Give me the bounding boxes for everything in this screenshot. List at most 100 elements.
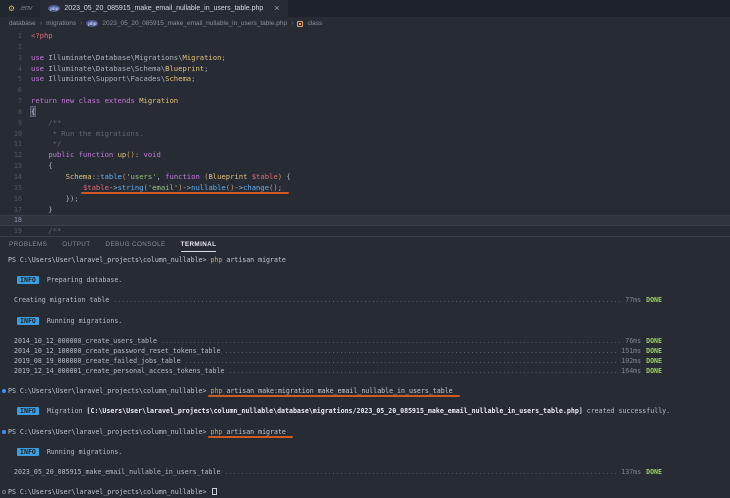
terminal-content[interactable]: PS C:\Users\User\laravel_projects\column… (0, 252, 730, 497)
command-decoration-icon[interactable] (2, 389, 6, 394)
line-number: 13 (13, 162, 22, 171)
close-icon[interactable]: × (274, 4, 279, 13)
code-text: use Illuminate\Database\Migrations\Migra… (31, 52, 226, 62)
done-status: DONE (646, 367, 662, 376)
code-line[interactable]: 6 (0, 85, 730, 96)
code-line[interactable]: 7 return new class extends Migration (0, 96, 730, 107)
terminal-line: Creating migration table................… (14, 296, 662, 305)
info-badge: INFO (17, 316, 39, 325)
terminal-line: PS C:\Users\User\laravel_projects\column… (0, 487, 730, 497)
code-line[interactable]: 16 }); (0, 194, 730, 205)
tab-migration-file[interactable]: php 2023_05_20_085915_make_email_nullabl… (40, 0, 288, 17)
tab-migration-label: 2023_05_20_085915_make_email_nullable_in… (64, 5, 264, 12)
done-status: DONE (646, 467, 662, 476)
code-line[interactable]: 17 } (0, 205, 730, 216)
terminal-line: INFO Running migrations. (0, 447, 730, 457)
code-text: public function up(): void (48, 150, 161, 160)
terminal-line: 2019_08_19_000000_create_failed_jobs_tab… (14, 356, 662, 365)
command-decoration-icon[interactable] (2, 429, 6, 434)
code-line[interactable]: 11 */ (0, 139, 730, 150)
line-number: 18 (13, 216, 22, 225)
code-line[interactable]: 1 <?php (0, 31, 730, 42)
line-number: 17 (13, 205, 22, 214)
code-line[interactable]: 9 /** (0, 118, 730, 129)
editor[interactable]: 1 <?php 2 3 use Illuminate\Database\Migratio… (0, 30, 730, 236)
code-text: */ (31, 139, 62, 149)
terminal-prompt: PS C:\Users\User\laravel_projects\column… (8, 387, 211, 396)
terminal-line: 2019_12_14_000001_create_personal_access… (14, 367, 662, 376)
terminal-line: 2014_10_12_000000_create_users_table....… (14, 336, 662, 345)
code-line[interactable]: 14 Schema::table('users', function (Blue… (0, 172, 730, 183)
line-number: 7 (17, 97, 22, 106)
done-status: DONE (646, 296, 662, 305)
code-text: }); (31, 193, 79, 203)
code-text: /** (31, 117, 62, 127)
panel-tab-problems[interactable]: PROBLEMS (9, 241, 47, 252)
code-text: return new class extends Migration (31, 96, 179, 106)
breadcrumb-item-database[interactable]: database (9, 20, 36, 27)
code-line[interactable]: 13 { (0, 161, 730, 172)
terminal-line: INFO Preparing database. (0, 275, 730, 285)
breadcrumb-item-class[interactable]: class (307, 20, 322, 27)
code-line[interactable]: 12 public function up(): void (0, 150, 730, 161)
line-number: 16 (13, 194, 22, 203)
line-number: 6 (17, 86, 22, 95)
code-line[interactable]: 15 $table->string('email')->nullable()->… (0, 183, 730, 194)
code-text: $table->string('email')->nullable()->cha… (22, 183, 282, 194)
code-line[interactable]: 10 * Run the migrations. (0, 129, 730, 140)
chevron-right-icon: › (39, 20, 43, 27)
code-line[interactable]: 5 use Illuminate\Support\Facades\Schema; (0, 74, 730, 85)
panel-tab-output[interactable]: OUTPUT (62, 241, 90, 252)
line-number: 2 (17, 42, 22, 51)
code-text: use Illuminate\Support\Facades\Schema; (31, 74, 196, 84)
terminal-line: PS C:\Users\User\laravel_projects\column… (0, 427, 730, 437)
terminal-cursor (212, 487, 217, 496)
line-number: 14 (13, 172, 22, 181)
chevron-right-icon: › (291, 20, 294, 27)
breadcrumb-item-migrations[interactable]: migrations (46, 20, 76, 27)
class-symbol-icon (297, 20, 304, 27)
code-line[interactable]: 19 /** (0, 226, 730, 236)
breadcrumb: database › migrations › php 2023_05_20_0… (0, 17, 730, 30)
panel-tab-debug-console[interactable]: DEBUG CONSOLE (106, 241, 166, 252)
terminal-prompt: PS C:\Users\User\laravel_projects\column… (8, 488, 211, 497)
panel-tab-bar: PROBLEMS OUTPUT DEBUG CONSOLE TERMINAL (0, 236, 730, 252)
info-badge: INFO (17, 407, 39, 416)
terminal-line: 2014_10_12_100000_create_password_reset_… (14, 346, 662, 355)
terminal-line: INFO Migration [C:\Users\User\laravel_pr… (0, 406, 730, 416)
code-line[interactable]: 2 (0, 42, 730, 53)
vscode-window: ⚙ .env php 2023_05_20_085915_make_email_… (0, 0, 730, 497)
line-number: 9 (17, 118, 22, 127)
code-line[interactable]: 3 use Illuminate\Database\Migrations\Migr… (0, 53, 730, 64)
terminal-line: 2023_05_20_085915_make_email_nullable_in… (14, 467, 662, 476)
code-text: * Run the migrations. (31, 128, 144, 138)
done-status: DONE (646, 336, 662, 345)
php-icon: php (48, 5, 61, 12)
terminal-line: INFO Running migrations. (0, 316, 730, 326)
panel-tab-terminal[interactable]: TERMINAL (180, 241, 217, 252)
code-line[interactable]: 4 use Illuminate\Database\Schema\Blueprin… (0, 64, 730, 75)
gear-icon: ⚙ (8, 3, 16, 13)
code-text: use Illuminate\Database\Schema\Blueprint… (31, 63, 209, 73)
code-line[interactable]: 18 (0, 215, 730, 227)
code-text: /** (31, 226, 62, 236)
code-text: } (31, 204, 53, 214)
annotation-underline: $table->string('email')->nullable()->cha… (82, 182, 283, 192)
breadcrumb-item-file[interactable]: 2023_05_20_085915_make_email_nullable_in… (102, 20, 287, 27)
prompt-decoration-icon[interactable] (2, 490, 6, 495)
code-line[interactable]: 8{ (0, 105, 730, 118)
tab-env[interactable]: ⚙ .env (0, 0, 41, 17)
chevron-right-icon: › (80, 20, 83, 27)
terminal-command: php artisan migrate (210, 256, 286, 264)
terminal-command: php artisan make:migration make_email_nu… (210, 387, 453, 396)
